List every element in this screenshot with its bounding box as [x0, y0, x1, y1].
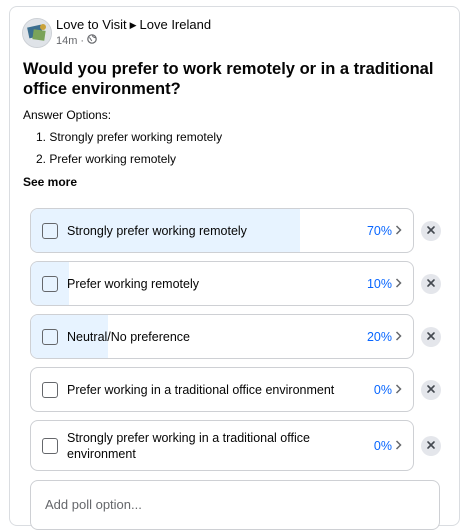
percentage-text: 20%	[366, 329, 392, 344]
poll-option-label: Strongly prefer working in a traditional…	[67, 430, 310, 461]
answer-line: 2. Prefer working remotely	[36, 152, 177, 166]
poll-option-row[interactable]: Strongly prefer working remotely 70%	[30, 208, 414, 253]
poll-option-row[interactable]: Prefer working in a traditional office e…	[30, 367, 414, 412]
poll-option-row[interactable]: Prefer working remotely 10%	[30, 261, 414, 306]
poll-post-card: Love to Visit ▶ Love Ireland 14m · Would y…	[9, 6, 460, 530]
percentage-text: 0%	[373, 382, 392, 397]
post-time[interactable]: 14m	[56, 35, 77, 47]
poll-option-row[interactable]: Strongly prefer working in a traditional…	[30, 420, 414, 471]
author-name[interactable]: Love to Visit	[56, 17, 127, 32]
group-name[interactable]: Love Ireland	[140, 17, 212, 32]
poll-option-percentage[interactable]: 0%	[374, 421, 402, 470]
poll-option-label: Prefer working remotely	[67, 276, 199, 291]
answer-options-heading: Answer Options:	[23, 108, 112, 122]
globe-icon	[87, 34, 97, 47]
close-icon	[426, 381, 436, 399]
remove-option-button[interactable]	[421, 273, 441, 294]
remove-option-button[interactable]	[421, 326, 441, 347]
poll-question: Would you prefer to work remotely or in …	[23, 60, 434, 98]
poll-option-percentage[interactable]: 10%	[367, 262, 402, 305]
chevron-right-icon	[395, 439, 402, 453]
close-icon	[426, 437, 436, 455]
poll-option-label: Strongly prefer working remotely	[67, 223, 247, 238]
add-poll-option-input[interactable]: Add poll option...	[30, 480, 440, 530]
poll-option-checkbox[interactable]	[42, 328, 58, 345]
poll-option-percentage[interactable]: 0%	[374, 368, 402, 411]
post-meta: 14m ·	[56, 34, 97, 47]
caret-right-icon: ▶	[129, 20, 137, 30]
percentage-text: 10%	[366, 276, 392, 291]
poll-option-row[interactable]: Neutral/No preference 20%	[30, 314, 414, 359]
see-more-link[interactable]: See more	[23, 175, 77, 189]
answer-line: 1. Strongly prefer working remotely	[36, 130, 223, 144]
close-icon	[426, 328, 436, 346]
poll-option-percentage[interactable]: 70%	[367, 209, 402, 252]
page-avatar[interactable]	[22, 18, 52, 48]
chevron-right-icon	[395, 224, 402, 238]
poll-option-checkbox[interactable]	[42, 222, 58, 239]
poll-option-checkbox[interactable]	[42, 275, 58, 292]
close-icon	[426, 275, 436, 293]
percentage-text: 0%	[373, 438, 392, 453]
remove-option-button[interactable]	[421, 220, 441, 241]
percentage-text: 70%	[366, 223, 392, 238]
chevron-right-icon	[395, 330, 402, 344]
chevron-right-icon	[395, 383, 402, 397]
remove-option-button[interactable]	[421, 435, 441, 456]
poll-option-label: Neutral/No preference	[67, 329, 190, 344]
poll-option-percentage[interactable]: 20%	[367, 315, 402, 358]
poll-option-label: Prefer working in a traditional office e…	[67, 382, 335, 397]
close-icon	[426, 222, 436, 240]
poll-option-checkbox[interactable]	[42, 437, 58, 454]
poll-option-checkbox[interactable]	[42, 381, 58, 398]
chevron-right-icon	[395, 277, 402, 291]
remove-option-button[interactable]	[421, 379, 441, 400]
post-header: Love to Visit ▶ Love Ireland	[56, 17, 211, 32]
